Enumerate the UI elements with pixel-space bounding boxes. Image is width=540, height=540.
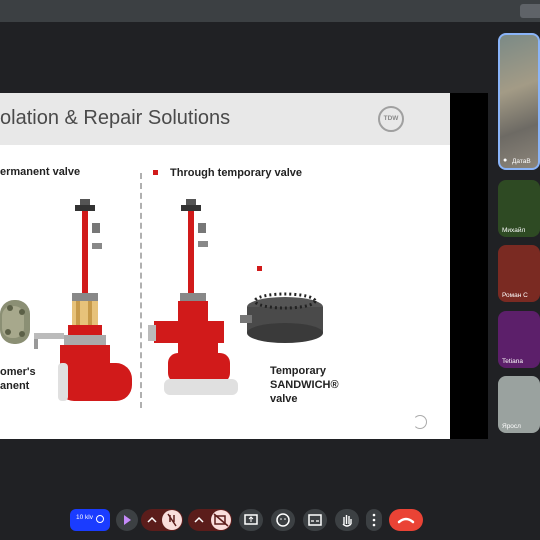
reactions-button[interactable] — [271, 509, 295, 531]
bullet-icon — [153, 170, 158, 175]
right-heading: Through temporary valve — [170, 167, 303, 179]
pin-icon: ● — [503, 157, 508, 164]
shared-slide: olation & Repair Solutions TDW ermanent … — [0, 93, 450, 439]
more-options-button[interactable] — [366, 509, 382, 531]
browser-tab[interactable] — [520, 4, 540, 18]
slide-title: olation & Repair Solutions — [0, 107, 231, 129]
participant-name: Tetiana — [502, 358, 523, 365]
captions-button[interactable] — [303, 509, 327, 531]
chevron-up-icon — [194, 516, 204, 523]
chevron-up-icon — [147, 516, 157, 523]
participant-tile[interactable]: ● ДатаВ — [498, 33, 540, 170]
participant-tile[interactable]: Яросл — [498, 376, 540, 433]
dashed-divider — [140, 173, 142, 408]
sandwich-valve-icon — [240, 292, 323, 343]
window-top-bar — [0, 0, 540, 22]
live-badge[interactable]: 10 klv — [70, 509, 110, 531]
hang-up-icon — [397, 517, 415, 524]
leave-call-button[interactable] — [389, 509, 423, 531]
loading-spinner-icon — [413, 415, 427, 429]
tapping-machine-right-icon — [148, 199, 238, 395]
participant-name: Яросл — [502, 423, 521, 430]
record-icon — [96, 515, 104, 523]
tapping-machine-left-icon — [34, 199, 132, 401]
present-screen-icon — [244, 514, 258, 525]
raise-hand-button[interactable] — [335, 509, 359, 531]
left-heading: ermanent valve — [0, 166, 81, 178]
left-caption-2: anent — [0, 380, 30, 392]
participant-tile[interactable]: Михайл — [498, 180, 540, 237]
sparkle-icon — [124, 515, 131, 525]
bullet-icon — [257, 266, 262, 271]
participant-tile[interactable]: Роман С — [498, 245, 540, 302]
hand-icon — [342, 515, 352, 527]
camera-button[interactable] — [188, 509, 232, 531]
microphone-button[interactable] — [141, 509, 183, 531]
right-caption-2: SANDWICH® — [270, 379, 339, 391]
right-caption-1: Temporary — [270, 365, 327, 377]
tdw-logo: TDW — [378, 106, 404, 132]
right-caption-3: valve — [270, 393, 298, 405]
participant-name: ДатаВ — [512, 158, 531, 165]
slide-header: olation & Repair Solutions TDW — [0, 93, 450, 145]
live-badge-label: 10 klv — [76, 514, 93, 521]
emoji-icon — [276, 513, 290, 527]
effects-button[interactable] — [116, 509, 138, 531]
more-vertical-icon — [372, 513, 376, 527]
participant-name: Михайл — [502, 227, 526, 234]
participant-name: Роман С — [502, 292, 528, 299]
camera-control-icons — [194, 510, 231, 530]
participant-tile[interactable]: Tetiana — [498, 311, 540, 368]
captions-icon — [308, 514, 322, 526]
present-button[interactable] — [239, 509, 263, 531]
mic-control-icons — [147, 510, 182, 530]
left-caption-1: omer's — [0, 366, 36, 378]
